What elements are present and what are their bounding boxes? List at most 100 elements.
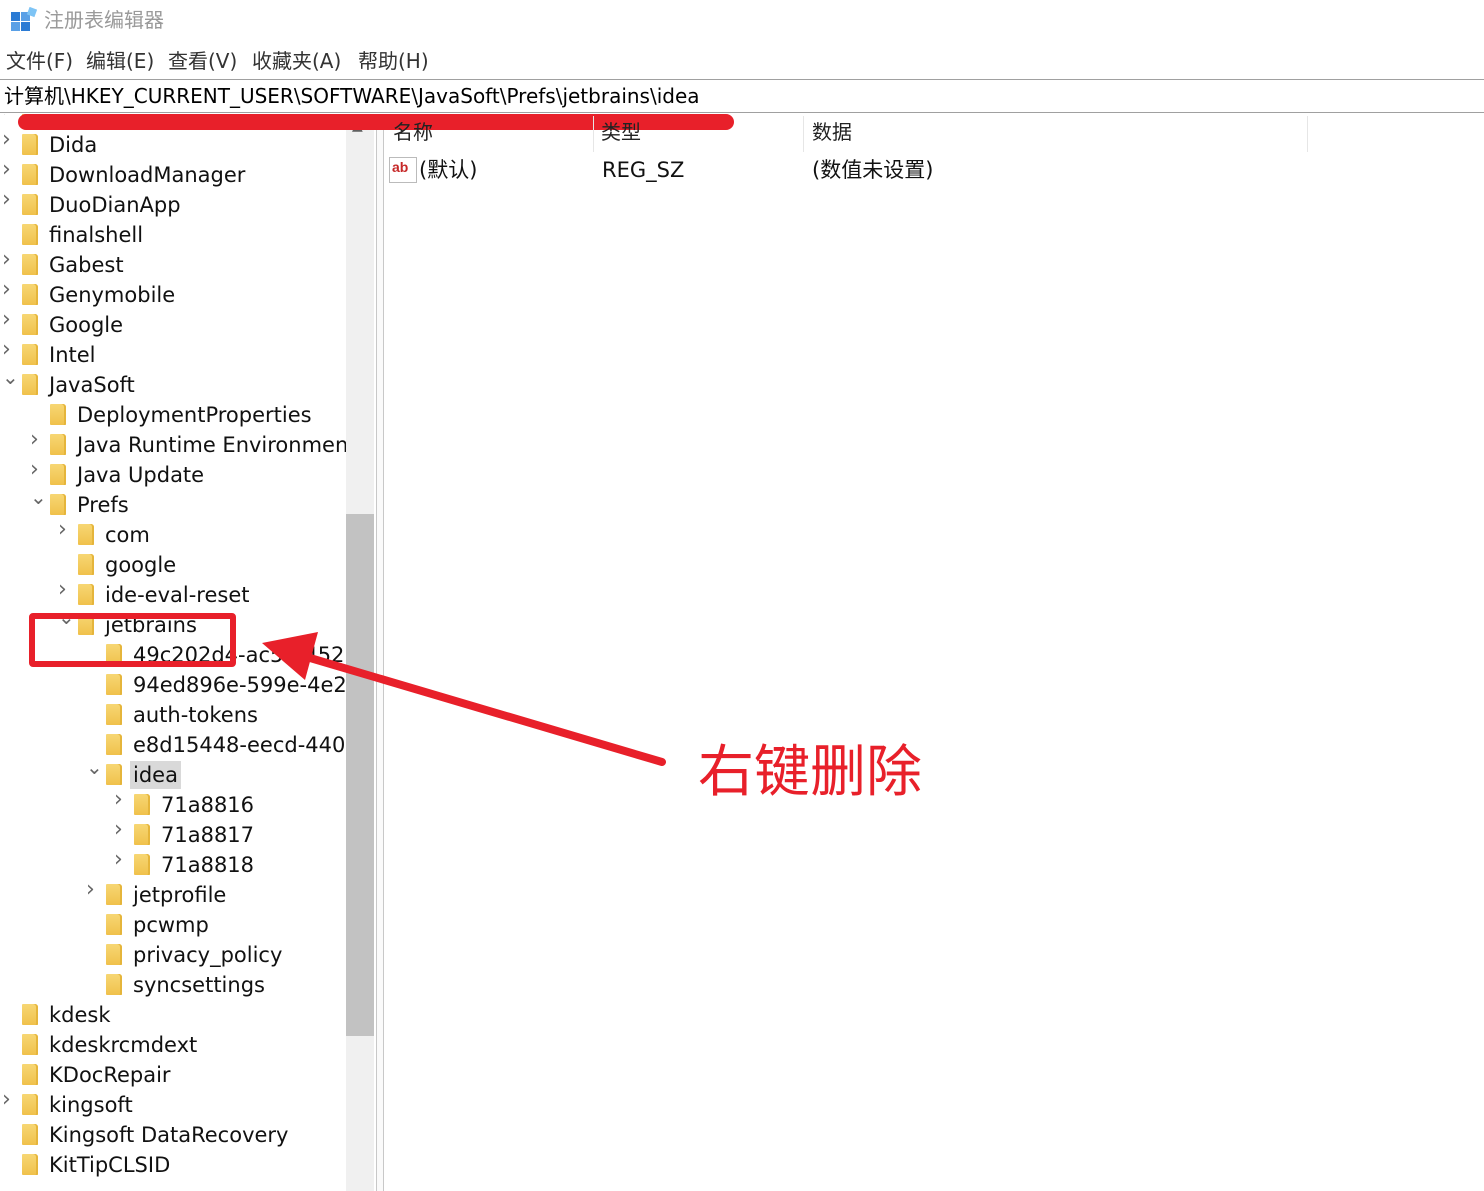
chevron-right-icon[interactable]: › [58,519,72,541]
tree-item[interactable]: › Intel [0,339,346,370]
tree-item[interactable]: › DownloadManager [0,159,346,190]
column-header-data[interactable]: 数据 [812,118,852,146]
tree-item[interactable]: syncsettings [0,970,346,1000]
chevron-down-icon[interactable]: ⌄ [30,487,47,507]
tree-item[interactable]: kdesk [0,1000,346,1030]
tree-item[interactable]: KitTipCLSID [0,1150,346,1180]
window-title: 注册表编辑器 [44,8,164,32]
tree-item[interactable]: › Gabest [0,249,346,280]
tree-item[interactable]: › 71a8816 [0,789,346,820]
tree-item[interactable]: privacy_policy [0,940,346,970]
menu-view[interactable]: 查看(V) [168,48,237,74]
tree-item[interactable]: pcwmp [0,910,346,940]
chevron-right-icon[interactable]: › [2,189,16,211]
string-value-icon: ab [389,157,417,183]
folder-icon [78,584,94,605]
chevron-right-icon[interactable]: › [58,579,72,601]
tree-item[interactable]: KDocRepair [0,1060,346,1090]
chevron-right-icon[interactable]: › [86,879,100,901]
tree-item[interactable]: › Google [0,309,346,340]
tree-item[interactable]: kdeskrcmdext [0,1030,346,1060]
address-path[interactable]: 计算机\HKEY_CURRENT_USER\SOFTWARE\JavaSoft\… [4,82,700,110]
tree-item[interactable]: › 71a8818 [0,849,346,880]
folder-icon [134,794,150,815]
chevron-right-icon[interactable]: › [114,849,128,871]
column-separator[interactable] [1307,116,1308,152]
tree-item[interactable]: › com [0,519,346,550]
chevron-right-icon[interactable]: › [2,339,16,361]
tree-item-label: DownloadManager [49,163,246,187]
folder-icon [106,764,122,785]
folder-icon [106,884,122,905]
tree-item[interactable]: Kingsoft DataRecovery [0,1120,346,1150]
tree-item[interactable]: › jetprofile [0,879,346,910]
folder-icon [22,1124,38,1145]
chevron-right-icon[interactable]: › [2,1089,16,1111]
tree-item-label: 71a8818 [161,853,255,877]
registry-editor-icon [11,7,37,31]
tree-scrollbar-thumb[interactable] [346,514,374,1036]
tree-item-label: Kingsoft DataRecovery [49,1123,289,1147]
tree-item[interactable]: › Java Update [0,459,346,490]
tree-item[interactable]: ⌄ Prefs [0,487,346,520]
tree-item[interactable]: › 71a8817 [0,819,346,850]
tree-item[interactable]: › DuoDianApp [0,189,346,220]
chevron-down-icon[interactable]: ⌄ [2,367,19,387]
tree-item[interactable]: › Java Runtime Environment [0,429,346,460]
tree-item[interactable]: ⌄ JavaSoft [0,367,346,400]
tree-item[interactable]: DeploymentProperties [0,400,346,430]
tree-item-label: Java Runtime Environment [77,433,346,457]
title-bar: 注册表编辑器 [0,0,1484,40]
chevron-right-icon[interactable]: › [2,129,16,151]
tree-item-label: com [105,523,150,547]
column-separator[interactable] [593,116,594,152]
column-header-name[interactable]: 名称 [393,118,433,146]
pane-splitter[interactable] [376,114,384,1191]
tree-item[interactable]: auth-tokens [0,700,346,730]
tree-item-label: Java Update [77,463,205,487]
chevron-right-icon[interactable]: › [2,249,16,271]
folder-icon [22,134,38,155]
value-row[interactable]: ab (默认) REG_SZ (数值未设置) [385,154,1285,186]
tree-item-label: kingsoft [49,1093,133,1117]
tree-item[interactable]: finalshell [0,220,346,250]
tree-item[interactable]: 94ed896e-599e-4e2c [0,670,346,700]
tree-item-label: KDocRepair [49,1063,171,1087]
chevron-right-icon[interactable]: › [114,819,128,841]
tree-item[interactable]: google [0,550,346,580]
tree-item[interactable]: › kingsoft [0,1089,346,1120]
tree-item-label: DeploymentProperties [77,403,312,427]
chevron-right-icon[interactable]: › [2,279,16,301]
tree-item-label: 71a8817 [161,823,255,847]
address-bar[interactable]: 计算机\HKEY_CURRENT_USER\SOFTWARE\JavaSoft\… [0,79,1484,113]
chevron-right-icon[interactable]: › [30,429,44,451]
value-list[interactable]: 名称 类型 数据 ab (默认) REG_SZ (数值未设置) [385,114,1484,1191]
menu-help[interactable]: 帮助(H) [358,48,429,74]
tree-item-label: KitTipCLSID [49,1153,171,1177]
chevron-right-icon[interactable]: › [114,789,128,811]
chevron-right-icon[interactable]: › [30,459,44,481]
folder-icon [50,464,66,485]
tree-item[interactable]: ⌄ idea [0,757,346,790]
folder-icon [106,704,122,725]
column-separator[interactable] [803,116,804,152]
tree-item-label: jetprofile [133,883,227,907]
menu-favorites[interactable]: 收藏夹(A) [252,48,341,74]
folder-icon [50,434,66,455]
tree-item-label: 94ed896e-599e-4e2c [133,673,346,697]
tree-item[interactable]: › Dida [0,129,346,160]
folder-icon [50,404,66,425]
tree-item[interactable]: › ide-eval-reset [0,579,346,610]
chevron-right-icon[interactable]: › [2,114,16,121]
tree-item[interactable]: › Genymobile [0,279,346,310]
menu-edit[interactable]: 编辑(E) [86,48,154,74]
folder-icon [22,164,38,185]
chevron-down-icon[interactable]: ⌄ [86,757,103,777]
chevron-right-icon[interactable]: › [2,159,16,181]
chevron-right-icon[interactable]: › [2,309,16,331]
column-header-type[interactable]: 类型 [601,118,641,146]
menu-file[interactable]: 文件(F) [6,48,73,74]
jetbrains-highlight-box [29,613,236,667]
tree-item[interactable]: e8d15448-eecd-440e [0,730,346,760]
tree-item-label: privacy_policy [133,943,283,967]
